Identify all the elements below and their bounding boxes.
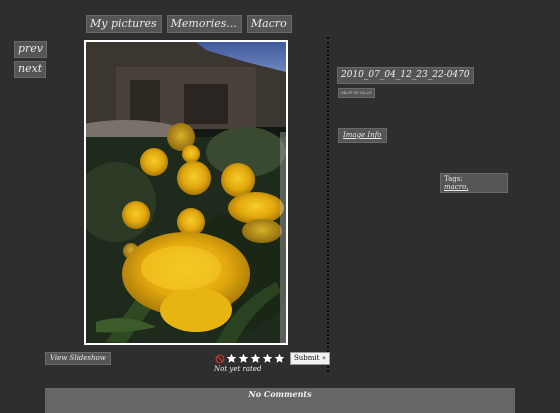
star-icon[interactable] — [226, 353, 237, 364]
breadcrumb: My pictures Memories... Macro — [86, 15, 292, 33]
comments-section: No Comments — [45, 388, 515, 413]
prev-button[interactable]: prev — [14, 41, 48, 58]
main-photo[interactable] — [84, 40, 288, 345]
column-divider — [327, 37, 329, 372]
star-icon[interactable] — [262, 353, 273, 364]
photo-date: 04.07.10 02:23 — [338, 88, 375, 98]
photo-title: 2010_07_04_12_23_22-0470 — [337, 67, 474, 84]
marigold-photo — [86, 42, 286, 343]
star-icon[interactable] — [238, 353, 249, 364]
image-info-button[interactable]: Image Info — [338, 128, 387, 143]
tags-panel: Tags: macro, — [440, 173, 508, 193]
star-icon[interactable] — [250, 353, 261, 364]
tag-link-macro[interactable]: macro, — [444, 183, 504, 191]
rating-widget: Submit » — [215, 352, 330, 365]
breadcrumb-memories[interactable]: Memories... — [166, 15, 242, 33]
tags-label: Tags: — [444, 175, 463, 183]
rating-status: Not yet rated — [214, 365, 262, 373]
star-icon[interactable] — [274, 353, 285, 364]
no-rating-icon[interactable] — [215, 354, 225, 364]
view-slideshow-button[interactable]: View Slideshow — [45, 352, 111, 365]
breadcrumb-macro[interactable]: Macro — [246, 15, 292, 33]
next-button[interactable]: next — [14, 61, 47, 78]
comments-label: No Comments — [248, 389, 312, 399]
gallery-page: My pictures Memories... Macro prev next — [0, 0, 560, 413]
submit-rating-button[interactable]: Submit » — [290, 352, 330, 365]
breadcrumb-my-pictures[interactable]: My pictures — [86, 15, 162, 33]
